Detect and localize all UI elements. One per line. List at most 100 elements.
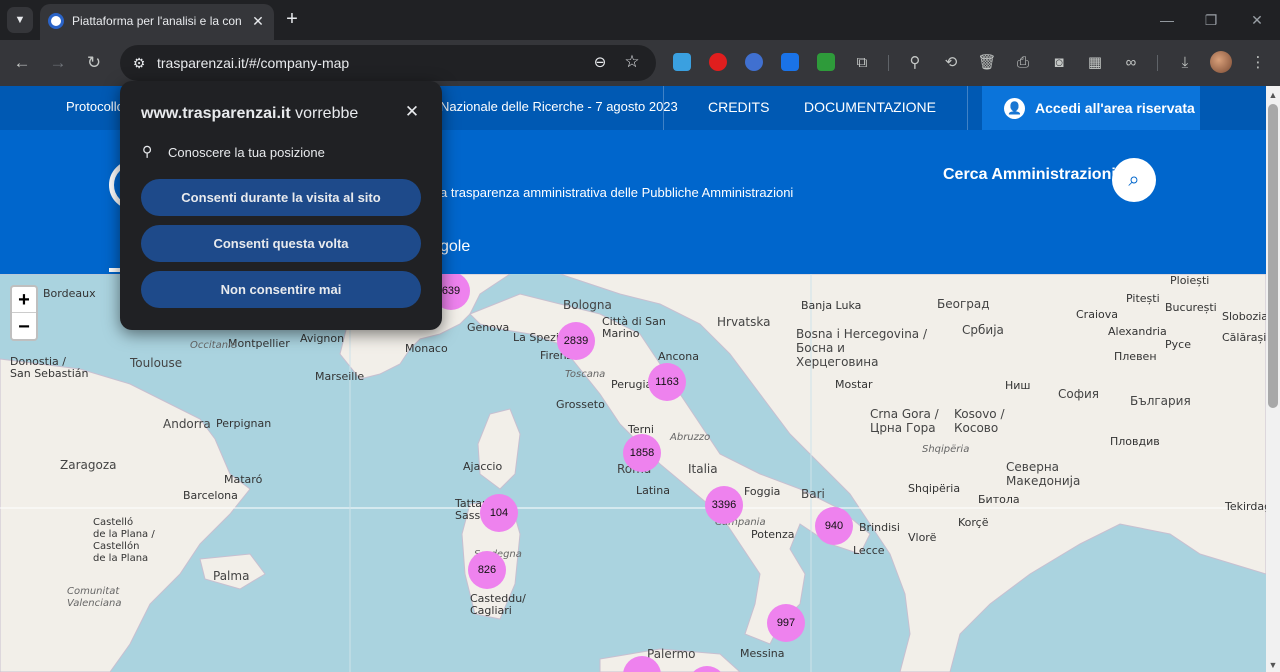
map-place-label: Korçë bbox=[958, 516, 989, 529]
restore-button[interactable]: ❐ bbox=[1201, 10, 1221, 30]
site-favicon-icon bbox=[48, 13, 64, 29]
login-label: Accedi all'area riservata bbox=[1035, 100, 1195, 116]
map-cluster-marker[interactable]: 2839 bbox=[557, 322, 595, 360]
permission-request: Conoscere la tua posizione bbox=[168, 145, 325, 160]
map-cluster-marker[interactable]: 997 bbox=[767, 604, 805, 642]
location-icon[interactable]: ⚲ bbox=[904, 52, 926, 74]
tab-close-icon[interactable]: ✕ bbox=[248, 11, 268, 31]
map-place-label: Latina bbox=[636, 484, 670, 497]
extension-hand-icon[interactable] bbox=[709, 53, 727, 71]
delete-icon[interactable]: 🗑 bbox=[976, 52, 998, 74]
topbar-text: Protocollo bbox=[66, 99, 124, 114]
extensions-icon[interactable]: ⧉ bbox=[851, 52, 873, 74]
map-place-label: Ploiești bbox=[1170, 274, 1210, 287]
map-region-label: Toscana bbox=[565, 369, 606, 380]
menu-icon[interactable]: ⋮ bbox=[1247, 52, 1269, 74]
address-bar[interactable]: ⚙ trasparenzai.it/#/company-map ⊖ ☆ bbox=[120, 45, 656, 81]
map-place-label: Foggia bbox=[744, 485, 781, 498]
extension-globe-icon[interactable] bbox=[745, 53, 763, 71]
map-cluster-marker[interactable]: 3396 bbox=[705, 486, 743, 524]
credits-link[interactable]: CREDITS bbox=[708, 99, 769, 115]
map-place-label: Vlorë bbox=[908, 531, 937, 544]
map-place-label: Пловдив bbox=[1110, 435, 1160, 448]
user-icon: 👤 bbox=[1004, 97, 1025, 119]
map-cluster-marker[interactable]: 940 bbox=[815, 507, 853, 545]
map-place-label: Grosseto bbox=[556, 398, 605, 411]
map-cluster-marker[interactable]: 826 bbox=[468, 551, 506, 589]
map-country-label: Shqipëria bbox=[908, 482, 961, 495]
topbar-divider bbox=[663, 86, 664, 130]
map-place-label: Casteddu/ Cagliari bbox=[470, 592, 526, 617]
scroll-down-icon[interactable]: ▼ bbox=[1266, 658, 1280, 672]
link-icon[interactable]: ∞ bbox=[1120, 52, 1142, 74]
page-scrollbar[interactable]: ▲ ▼ bbox=[1266, 86, 1280, 672]
company-map[interactable]: Bordeaux Donostia / San Sebastián Toulou… bbox=[0, 274, 1266, 672]
nav-item-regole[interactable]: gole bbox=[440, 238, 470, 256]
qr-code-icon[interactable]: ▦ bbox=[1084, 52, 1106, 74]
window-close-button[interactable]: ✕ bbox=[1247, 10, 1267, 30]
map-place-label: Călărași bbox=[1222, 331, 1266, 344]
map-country-label: Србија bbox=[962, 323, 1004, 337]
url-text[interactable]: trasparenzai.it/#/company-map bbox=[157, 55, 349, 71]
map-place-label: Brindisi bbox=[859, 521, 900, 534]
extension-truck-icon[interactable] bbox=[817, 53, 835, 71]
map-place-label: Donostia / San Sebastián bbox=[10, 355, 89, 380]
download-icon[interactable]: ⤓ bbox=[1174, 52, 1196, 74]
map-place-label: Alexandria bbox=[1108, 325, 1167, 338]
map-place-label: Potenza bbox=[751, 528, 795, 541]
active-tab[interactable]: Piattaforma per l'analisi e la con ✕ bbox=[40, 4, 274, 40]
map-country-label: Bosna i Hercegovina / Босна и Херцеговин… bbox=[796, 327, 928, 369]
site-subtitle: a trasparenza amministrativa delle Pubbl… bbox=[440, 185, 794, 200]
location-permission-popup: www.trasparenzai.it vorrebbe ✕ ⚲ Conosce… bbox=[120, 81, 442, 330]
search-button[interactable]: ⌕ bbox=[1112, 158, 1156, 202]
never-allow-button[interactable]: Non consentire mai bbox=[141, 271, 421, 308]
site-info-icon[interactable]: ⚙ bbox=[129, 53, 149, 73]
new-tab-button[interactable]: + bbox=[282, 9, 302, 29]
toolbar-divider bbox=[888, 55, 889, 71]
map-place-label: Битола bbox=[978, 493, 1020, 506]
map-place-label: Pitești bbox=[1126, 292, 1160, 305]
permission-site: www.trasparenzai.it bbox=[141, 105, 291, 122]
documentation-link[interactable]: DOCUMENTAZIONE bbox=[804, 99, 936, 115]
close-icon[interactable]: ✕ bbox=[402, 102, 422, 122]
map-cluster-marker[interactable]: 1858 bbox=[623, 434, 661, 472]
map-place-label: Avignon bbox=[300, 332, 345, 345]
profile-avatar[interactable] bbox=[1210, 51, 1232, 73]
map-place-label: Bari bbox=[801, 487, 825, 501]
reload-icon[interactable]: ↻ bbox=[83, 52, 105, 74]
forward-icon[interactable]: → bbox=[47, 52, 69, 74]
extension-s-icon[interactable] bbox=[781, 53, 799, 71]
map-place-label: Perpignan bbox=[216, 417, 272, 430]
tab-search-button[interactable]: ▼ bbox=[7, 7, 33, 33]
zoom-icon[interactable]: ⊖ bbox=[590, 53, 610, 73]
map-place-label: Mostar bbox=[835, 378, 873, 391]
extension-fox-icon[interactable] bbox=[673, 53, 691, 71]
map-place-label: Lecce bbox=[853, 544, 885, 557]
screenshot-icon[interactable]: ◙ bbox=[1048, 52, 1070, 74]
allow-once-button[interactable]: Consenti questa volta bbox=[141, 225, 421, 262]
minimize-button[interactable]: — bbox=[1157, 10, 1177, 30]
map-place-label: Banja Luka bbox=[801, 299, 862, 312]
map-place-label: Messina bbox=[740, 647, 785, 660]
map-place-label: Slobozia bbox=[1222, 310, 1266, 323]
bookmark-star-icon[interactable]: ☆ bbox=[622, 52, 642, 72]
scroll-thumb[interactable] bbox=[1268, 104, 1278, 408]
login-button[interactable]: 👤 Accedi all'area riservata bbox=[982, 86, 1200, 130]
map-cluster-marker[interactable]: 104 bbox=[480, 494, 518, 532]
map-place-label: Bordeaux bbox=[43, 287, 96, 300]
history-icon[interactable]: ⟲ bbox=[940, 52, 962, 74]
map-place-label: Београд bbox=[937, 297, 990, 311]
search-icon: ⌕ bbox=[1128, 169, 1140, 191]
map-place-label: Ancona bbox=[658, 350, 699, 363]
scroll-up-icon[interactable]: ▲ bbox=[1266, 88, 1280, 102]
map-place-label: Ниш bbox=[1005, 379, 1031, 392]
zoom-in-button[interactable]: + bbox=[12, 287, 36, 313]
location-pin-icon: ⚲ bbox=[142, 143, 153, 159]
allow-during-visit-button[interactable]: Consenti durante la visita al sito bbox=[141, 179, 421, 216]
map-country-label: Italia bbox=[688, 462, 718, 476]
print-icon[interactable]: ⎙ bbox=[1012, 52, 1034, 74]
map-place-label: Andorra bbox=[163, 417, 211, 431]
zoom-out-button[interactable]: − bbox=[12, 314, 36, 340]
back-icon[interactable]: ← bbox=[11, 52, 33, 74]
map-cluster-marker[interactable]: 1163 bbox=[648, 363, 686, 401]
